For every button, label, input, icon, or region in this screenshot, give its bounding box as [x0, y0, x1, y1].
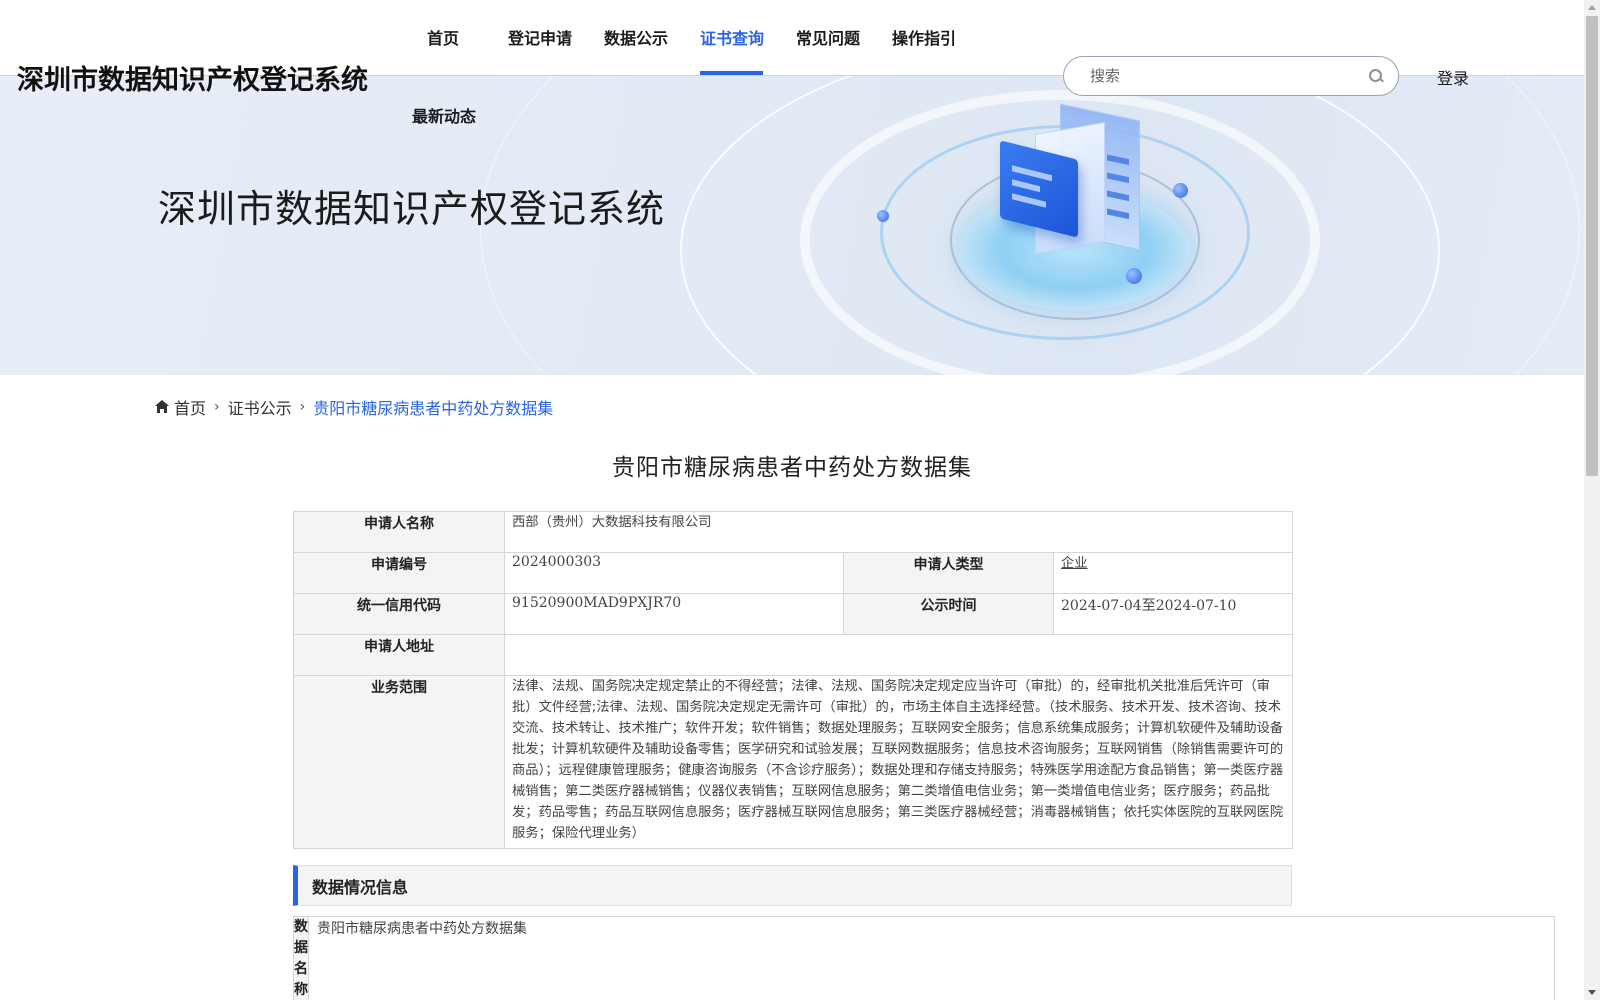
address-label: 申请人地址	[293, 634, 505, 676]
address-value	[504, 634, 1293, 676]
decorative-orb	[1126, 268, 1142, 284]
nav-item-certificate-query[interactable]: 证书查询	[700, 25, 764, 49]
search-input[interactable]	[1090, 67, 1368, 85]
chevron-right-icon: ›	[214, 399, 220, 415]
business-scope-value: 法律、法规、国务院决定规定禁止的不得经营；法律、法规、国务院决定规定应当许可（审…	[504, 675, 1293, 849]
nav-active-indicator	[700, 71, 763, 75]
page-title: 贵阳市糖尿病患者中药处方数据集	[612, 455, 972, 481]
nav-item-home[interactable]: 首页	[427, 25, 459, 49]
nav-item-faq[interactable]: 常见问题	[796, 25, 860, 49]
nav-item-register[interactable]: 登记申请	[508, 25, 572, 49]
applicant-info-table: 申请人名称 西部（贵州）大数据科技有限公司 申请编号 2024000303 申请…	[293, 511, 1293, 849]
table-row: 申请编号 2024000303 申请人类型 企业	[293, 552, 1293, 594]
nav-item-guide[interactable]: 操作指引	[892, 25, 956, 49]
chevron-right-icon: ›	[299, 399, 306, 415]
publicity-time-value: 2024-07-04至2024-07-10	[1053, 593, 1293, 635]
breadcrumb-home[interactable]: 首页	[174, 395, 206, 419]
page-scrollbar[interactable]	[1584, 0, 1600, 1000]
scrollbar-thumb[interactable]	[1586, 16, 1598, 476]
application-no-label: 申请编号	[293, 552, 505, 594]
application-no-value: 2024000303	[504, 552, 844, 594]
applicant-type-cell: 企业	[1053, 552, 1293, 594]
applicant-name-label: 申请人名称	[293, 511, 505, 553]
home-icon[interactable]	[155, 399, 169, 413]
table-row: 申请人名称 西部（贵州）大数据科技有限公司	[293, 511, 1293, 553]
search-icon[interactable]	[1368, 68, 1384, 84]
credit-code-value: 91520900MAD9PXJR70	[504, 593, 844, 635]
applicant-type-value: 企业	[1061, 556, 1088, 571]
breadcrumb-current[interactable]: 贵阳市糖尿病患者中药处方数据集	[313, 395, 553, 419]
hero-title: 深圳市数据知识产权登记系统	[158, 187, 666, 231]
table-row: 业务范围 法律、法规、国务院决定规定禁止的不得经营；法律、法规、国务院决定规定应…	[293, 675, 1293, 849]
data-info-section-header: 数据情况信息	[293, 865, 1292, 906]
search-box	[1063, 56, 1399, 96]
applicant-name-value: 西部（贵州）大数据科技有限公司	[504, 511, 1293, 553]
nav-item-news[interactable]: 最新动态	[412, 103, 476, 127]
decorative-orb	[1173, 183, 1188, 198]
business-scope-label: 业务范围	[293, 675, 505, 849]
publicity-time-label: 公示时间	[843, 593, 1054, 635]
credit-code-label: 统一信用代码	[293, 593, 505, 635]
hero-banner: 深圳市数据知识产权登记系统 深圳市数据知识产权登记系统 首页 登记申请 数据公示…	[0, 0, 1584, 375]
decorative-orb	[877, 210, 889, 222]
breadcrumb: 首页 › 证书公示 › 贵阳市糖尿病患者中药处方数据集	[155, 395, 553, 419]
login-link[interactable]: 登录	[1437, 65, 1469, 89]
data-name-value: 贵阳市糖尿病患者中药处方数据集	[317, 921, 527, 937]
nav-item-data-publicity[interactable]: 数据公示	[604, 25, 668, 49]
data-name-label: 数据名称	[294, 917, 309, 1000]
scroll-up-arrow-icon[interactable]	[1588, 5, 1596, 10]
breadcrumb-certificate-publicity[interactable]: 证书公示	[228, 395, 292, 419]
table-row: 统一信用代码 91520900MAD9PXJR70 公示时间 2024-07-0…	[293, 593, 1293, 635]
site-brand[interactable]: 深圳市数据知识产权登记系统	[17, 58, 368, 97]
table-row: 申请人地址	[293, 634, 1293, 676]
data-info-table: 数据名称 贵阳市糖尿病患者中药处方数据集	[293, 916, 1555, 1000]
applicant-type-label: 申请人类型	[843, 552, 1054, 594]
scroll-down-arrow-icon[interactable]	[1588, 990, 1596, 995]
